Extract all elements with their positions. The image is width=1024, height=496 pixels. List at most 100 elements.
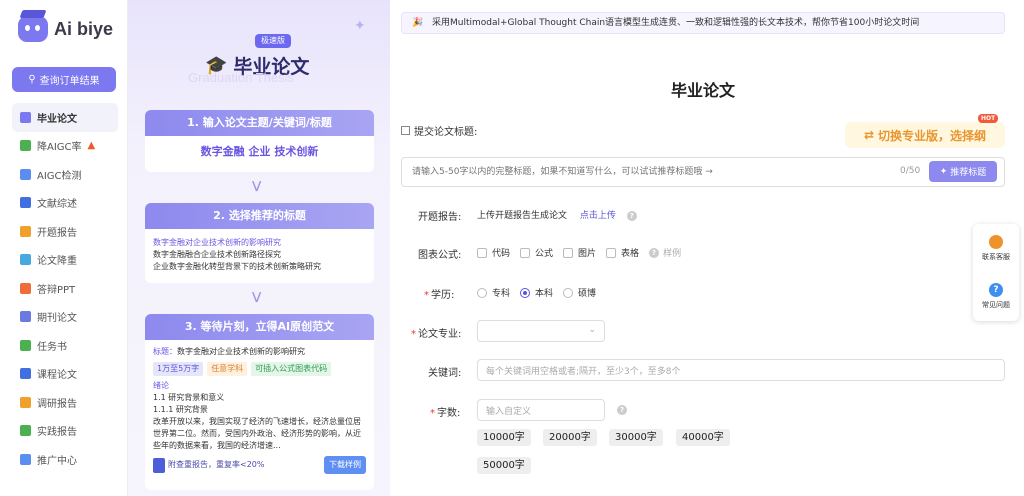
recommended-title: 数字金融融合企业技术创新路径探究 bbox=[153, 250, 281, 259]
recommend-title-label: 推荐标题 bbox=[950, 168, 987, 178]
sidebar-item[interactable]: 开题报告 bbox=[12, 217, 118, 246]
hot-badge: HOT bbox=[978, 114, 999, 123]
sidebar-item-label: 实践报告 bbox=[37, 427, 77, 439]
sidebar-item-label: 推广中心 bbox=[37, 455, 77, 467]
step-2-card: 2. 选择推荐的标题 数字金融对企业技术创新的影响研究 数字金融融合企业技术创新… bbox=[145, 203, 374, 283]
wordcount-option[interactable]: 50000字 bbox=[477, 457, 531, 474]
promo-icon bbox=[20, 453, 31, 465]
recommend-title-button[interactable]: ✦ 推荐标题 bbox=[929, 161, 997, 182]
download-sample-button[interactable]: 下载样例 bbox=[324, 456, 366, 474]
sample-link[interactable]: 样例 bbox=[663, 246, 681, 259]
chevron-down-icon: ⌄ bbox=[588, 325, 596, 335]
tag-subject: 任意学科 bbox=[207, 362, 248, 376]
floating-help-widget: 联系客服 ? 常见问题 bbox=[973, 224, 1019, 321]
step-2-title: 2. 选择推荐的标题 bbox=[145, 203, 374, 229]
submit-title-label: 提交论文标题: bbox=[401, 123, 477, 138]
wordcount-option[interactable]: 40000字 bbox=[676, 429, 730, 446]
sample-sub-heading: 1.1.1 研究背景 bbox=[153, 405, 208, 414]
book-icon bbox=[20, 197, 31, 209]
swap-icon: ⇄ bbox=[863, 128, 875, 142]
checkbox-formula[interactable]: 公式 bbox=[520, 246, 553, 259]
radio-junior-college[interactable]: 专科 bbox=[477, 286, 510, 299]
recommended-title: 数字金融对企业技术创新的影响研究 bbox=[153, 238, 281, 247]
sidebar-item-label: 课程论文 bbox=[37, 370, 77, 382]
party-icon: 🎉 bbox=[412, 18, 424, 28]
promo-ghost-text: Graduation Thesis bbox=[188, 70, 294, 85]
sample-title-label: 标题： bbox=[153, 347, 177, 356]
report-book-icon bbox=[153, 457, 165, 473]
chart-formula-label: 图表公式: bbox=[418, 250, 462, 261]
sample-sub-heading: 1.1 研究背景和意义 bbox=[153, 393, 225, 402]
sidebar-item-label: 答辩PPT bbox=[37, 284, 76, 296]
sidebar-item-label: 毕业论文 bbox=[37, 113, 77, 125]
chart-down-icon bbox=[20, 254, 31, 266]
checkbox-code[interactable]: 代码 bbox=[477, 246, 510, 259]
sidebar-item[interactable]: 文献综述 bbox=[12, 189, 118, 218]
journal-icon bbox=[20, 311, 31, 323]
upload-link[interactable]: 点击上传 bbox=[580, 211, 616, 221]
banner-text: 采用Multimodal+Global Thought Chain语言模型生成连… bbox=[432, 18, 920, 28]
ppt-icon bbox=[20, 282, 31, 294]
sidebar-item[interactable]: 期刊论文 bbox=[12, 303, 118, 332]
sidebar-item[interactable]: 实践报告 bbox=[12, 417, 118, 446]
app-logo[interactable]: Ai biye bbox=[18, 10, 113, 42]
faq-label: 常见问题 bbox=[982, 300, 1010, 309]
flame-icon: ▲ bbox=[87, 140, 96, 152]
aigc-check-icon bbox=[20, 168, 31, 180]
sidebar-item[interactable]: 降AIGC率 ▲ bbox=[12, 132, 118, 161]
wordcount-option[interactable]: 30000字 bbox=[609, 429, 663, 446]
checkbox-image[interactable]: 图片 bbox=[563, 246, 596, 259]
plagiarism-note: 附查重报告，重复率<20% bbox=[168, 460, 265, 469]
sidebar-item[interactable]: 毕业论文 bbox=[12, 103, 118, 132]
help-icon[interactable]: ? bbox=[617, 405, 627, 415]
help-icon[interactable]: ? bbox=[626, 211, 637, 221]
checkbox-table[interactable]: 表格 bbox=[606, 246, 639, 259]
sidebar-item-label: 降AIGC率 bbox=[37, 142, 82, 154]
sidebar-nav: 毕业论文降AIGC率 ▲ AIGC检测 文献综述开题报告论文降重答辩PPT 期刊论文任务… bbox=[12, 103, 118, 474]
keyword-input[interactable]: 每个关键词用空格或者;隔开，至少3个，至多8个 bbox=[477, 359, 1005, 381]
sidebar-item-label: 任务书 bbox=[37, 341, 67, 353]
proposal-text: 上传开题报告生成论文 bbox=[477, 211, 568, 221]
sidebar: Ai biye ⚲ 查询订单结果 毕业论文降AIGC率 ▲ AIGC检测 文献综述开题… bbox=[0, 0, 128, 496]
sidebar-item-label: 调研报告 bbox=[37, 398, 77, 410]
wordcount-option[interactable]: 10000字 bbox=[477, 429, 531, 446]
sidebar-item[interactable]: 课程论文 bbox=[12, 360, 118, 389]
major-select[interactable]: ⌄ bbox=[477, 320, 605, 342]
wordcount-label: * 字数: bbox=[430, 408, 461, 419]
degree-label: * 学历: bbox=[424, 290, 455, 301]
sparkle-icon: ✦ bbox=[354, 18, 366, 34]
switch-pro-button[interactable]: ⇄ 切换专业版，选择纲 bbox=[845, 122, 1005, 148]
wordcount-option[interactable]: 20000字 bbox=[543, 429, 597, 446]
query-order-label: 查询订单结果 bbox=[39, 76, 100, 87]
contact-service-button[interactable]: 联系客服 bbox=[973, 224, 1019, 272]
sidebar-item-label: 期刊论文 bbox=[37, 313, 77, 325]
sidebar-item[interactable]: AIGC检测 bbox=[12, 160, 118, 189]
sidebar-item[interactable]: 调研报告 bbox=[12, 388, 118, 417]
submit-title-text: 提交论文标题: bbox=[414, 127, 478, 138]
search-icon: ⚲ bbox=[28, 74, 36, 85]
sidebar-item[interactable]: 答辩PPT bbox=[12, 274, 118, 303]
sidebar-item-label: 开题报告 bbox=[37, 227, 77, 239]
proposal-label: 开题报告: bbox=[418, 212, 462, 223]
contact-service-label: 联系客服 bbox=[982, 252, 1010, 261]
help-icon[interactable]: ? bbox=[649, 247, 660, 258]
query-order-button[interactable]: ⚲ 查询订单结果 bbox=[12, 67, 116, 92]
chart-options: 代码 公式 图片 表格 ? 样例 bbox=[477, 246, 681, 259]
fast-version-badge: 极速版 bbox=[255, 34, 291, 48]
radio-bachelor[interactable]: 本科 bbox=[520, 286, 553, 299]
sample-body: 改革开放以来，我国实现了经济的飞速增长，经济总量位居世界第二位。然而，受国内外政… bbox=[153, 417, 361, 450]
sparkle-icon: ✦ bbox=[939, 166, 948, 177]
sidebar-item[interactable]: 推广中心 bbox=[12, 445, 118, 474]
faq-button[interactable]: ? 常见问题 bbox=[973, 272, 1019, 320]
radio-master-phd[interactable]: 硕博 bbox=[563, 286, 596, 299]
page-title: 毕业论文 bbox=[670, 81, 735, 100]
sidebar-item[interactable]: 任务书 bbox=[12, 331, 118, 360]
robot-logo-icon bbox=[18, 10, 48, 42]
switch-pro-label: 切换专业版，选择纲 bbox=[878, 128, 987, 143]
wordcount-input[interactable]: 输入自定义 bbox=[477, 399, 605, 421]
aigc-down-icon bbox=[20, 140, 31, 152]
sidebar-item[interactable]: 论文降重 bbox=[12, 246, 118, 275]
sample-section: 绪论 bbox=[153, 381, 169, 390]
title-input[interactable] bbox=[402, 158, 882, 186]
chevron-down-icon: ⋁ bbox=[252, 290, 262, 303]
